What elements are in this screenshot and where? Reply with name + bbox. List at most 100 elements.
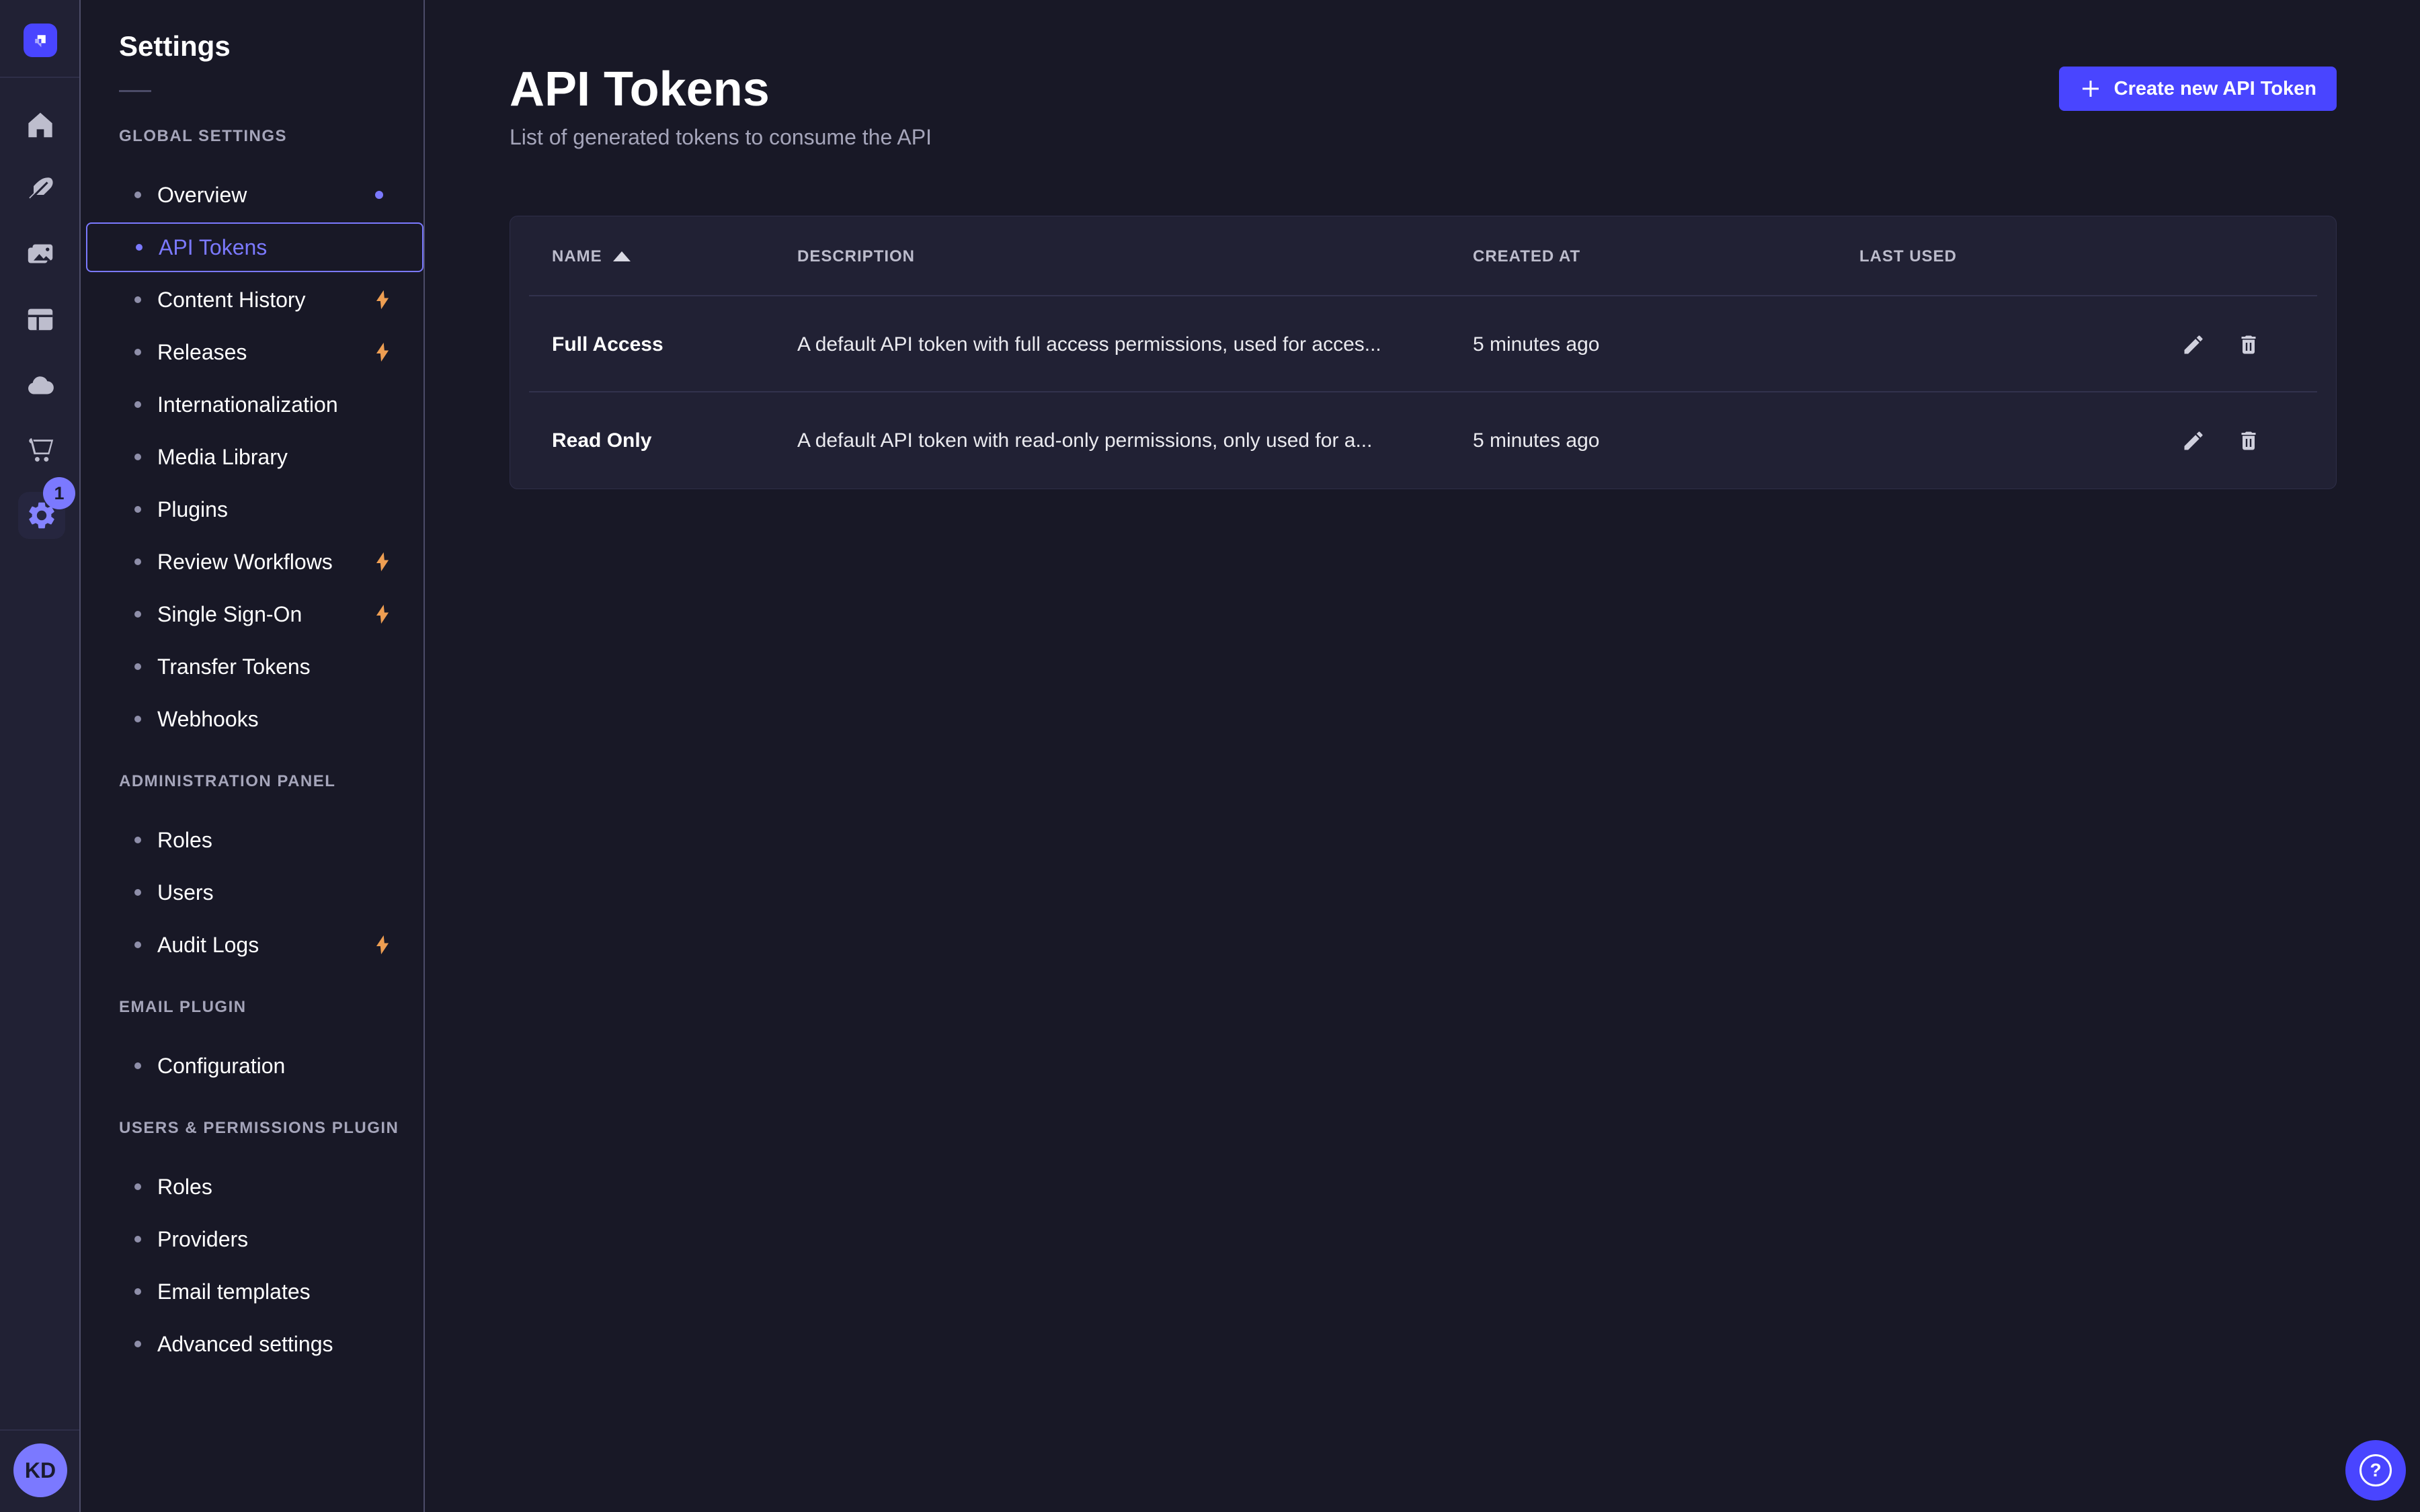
sidebar-item-roles-admin[interactable]: Roles	[86, 814, 424, 866]
trash-icon	[2236, 429, 2261, 453]
sidebar-item-configuration[interactable]: Configuration	[86, 1040, 424, 1092]
sidebar-item-label: Media Library	[157, 445, 288, 470]
question-mark-icon	[2360, 1454, 2392, 1486]
section-header: GLOBAL SETTINGS	[119, 127, 424, 146]
pencil-icon	[2181, 333, 2206, 357]
notification-dot-icon	[375, 191, 383, 199]
bullet-icon	[134, 837, 141, 843]
sidebar-item-label: Overview	[157, 183, 247, 208]
media-library-icon[interactable]	[25, 239, 56, 270]
lightning-icon	[371, 550, 394, 573]
section-administration-panel: ADMINISTRATION PANEL Roles Users Audit L…	[81, 772, 424, 971]
marketplace-cart-icon[interactable]	[25, 435, 56, 466]
bullet-icon	[134, 1236, 141, 1243]
sidebar-item-transfer-tokens[interactable]: Transfer Tokens	[86, 640, 424, 693]
section-users-permissions-plugin: USERS & PERMISSIONS PLUGIN Roles Provide…	[81, 1119, 424, 1370]
bullet-icon	[134, 663, 141, 670]
delete-token-button[interactable]	[2236, 429, 2261, 453]
page-subtitle: List of generated tokens to consume the …	[510, 125, 932, 150]
sidebar-item-label: Configuration	[157, 1054, 285, 1079]
sidebar-item-label: Review Workflows	[157, 550, 333, 575]
bullet-icon	[134, 454, 141, 460]
token-name: Read Only	[552, 429, 797, 452]
sidebar-item-plugins[interactable]: Plugins	[86, 483, 424, 536]
bullet-icon	[134, 716, 141, 722]
sidebar-item-review-workflows[interactable]: Review Workflows	[86, 536, 424, 588]
sidebar-item-label: Transfer Tokens	[157, 655, 311, 679]
sidebar-item-providers[interactable]: Providers	[86, 1213, 424, 1265]
sidebar-item-api-tokens[interactable]: API Tokens	[86, 222, 424, 272]
table-row-read-only[interactable]: Read Only A default API token with read-…	[510, 392, 2336, 489]
content-manager-layout-icon[interactable]	[25, 304, 56, 335]
sidebar-item-media-library[interactable]: Media Library	[86, 431, 424, 483]
sidebar-item-label: Internationalization	[157, 392, 338, 417]
bullet-icon	[134, 1062, 141, 1069]
column-header-label: DESCRIPTION	[797, 247, 915, 266]
delete-token-button[interactable]	[2236, 333, 2261, 357]
page-title: API Tokens	[510, 62, 770, 117]
sidebar-item-label: Roles	[157, 828, 212, 853]
iconbar-divider-bottom	[0, 1429, 79, 1431]
strapi-logo[interactable]	[24, 24, 57, 57]
sidebar-item-users[interactable]: Users	[86, 866, 424, 919]
sidebar-item-content-history[interactable]: Content History	[86, 274, 424, 326]
help-button[interactable]	[2345, 1440, 2406, 1501]
table-header-row: NAME DESCRIPTION CREATED AT LAST USED	[510, 216, 2336, 296]
edit-token-button[interactable]	[2181, 429, 2206, 453]
sidebar-item-email-templates[interactable]: Email templates	[86, 1265, 424, 1318]
bullet-icon	[134, 941, 141, 948]
trash-icon	[2236, 333, 2261, 357]
table-row-full-access[interactable]: Full Access A default API token with ful…	[510, 296, 2336, 392]
sort-ascending-icon	[613, 251, 631, 261]
bullet-icon	[134, 558, 141, 565]
create-api-token-button[interactable]: Create new API Token	[2059, 67, 2337, 111]
sidebar-item-webhooks[interactable]: Webhooks	[86, 693, 424, 745]
sidebar-item-label: Roles	[157, 1175, 212, 1200]
bullet-icon	[134, 296, 141, 303]
edit-token-button[interactable]	[2181, 333, 2206, 357]
lightning-icon	[371, 288, 394, 311]
row-actions	[2145, 333, 2336, 357]
subnav-title-divider	[119, 90, 151, 92]
home-icon[interactable]	[25, 110, 56, 140]
section-header: ADMINISTRATION PANEL	[119, 772, 424, 791]
bullet-icon	[134, 1341, 141, 1347]
sidebar-item-audit-logs[interactable]: Audit Logs	[86, 919, 424, 971]
sidebar-item-label: Webhooks	[157, 707, 259, 732]
bullet-icon	[134, 506, 141, 513]
sidebar-item-single-sign-on[interactable]: Single Sign-On	[86, 588, 424, 640]
sidebar-item-overview[interactable]: Overview	[86, 169, 424, 221]
section-email-plugin: EMAIL PLUGIN Configuration	[81, 998, 424, 1092]
settings-notification-badge: 1	[43, 477, 75, 509]
sidebar-item-label: Users	[157, 880, 214, 905]
main-nav-iconbar: 1 KD	[0, 0, 81, 1512]
sidebar-item-label: Advanced settings	[157, 1332, 333, 1357]
sidebar-item-label: Audit Logs	[157, 933, 259, 958]
column-header-created-at: CREATED AT	[1473, 247, 1859, 266]
strapi-logo-glyph	[29, 29, 52, 52]
sidebar-item-releases[interactable]: Releases	[86, 326, 424, 378]
sidebar-item-advanced-settings[interactable]: Advanced settings	[86, 1318, 424, 1370]
sidebar-item-roles-up[interactable]: Roles	[86, 1161, 424, 1213]
section-header: EMAIL PLUGIN	[119, 998, 424, 1017]
sidebar-item-internationalization[interactable]: Internationalization	[86, 378, 424, 431]
column-header-description: DESCRIPTION	[797, 247, 1473, 266]
subnav-title: Settings	[119, 30, 424, 63]
token-created-at: 5 minutes ago	[1473, 333, 1859, 356]
bullet-icon	[134, 611, 141, 618]
sidebar-item-label: API Tokens	[159, 235, 267, 260]
main-content: API Tokens List of generated tokens to c…	[426, 0, 2420, 1512]
lightning-icon	[371, 341, 394, 364]
sidebar-item-label: Providers	[157, 1227, 248, 1252]
column-header-name[interactable]: NAME	[552, 247, 797, 266]
sidebar-item-label: Email templates	[157, 1279, 311, 1304]
user-avatar[interactable]: KD	[13, 1443, 67, 1497]
column-header-label: NAME	[552, 247, 602, 266]
content-feather-icon[interactable]	[25, 174, 56, 205]
sidebar-item-label: Content History	[157, 288, 306, 312]
plus-icon	[2079, 77, 2102, 100]
lightning-icon	[371, 933, 394, 956]
section-header: USERS & PERMISSIONS PLUGIN	[119, 1119, 424, 1138]
cloud-icon[interactable]	[25, 370, 56, 401]
strapi-admin-settings-page: 1 KD Settings GLOBAL SETTINGS Overview A…	[0, 0, 2420, 1512]
